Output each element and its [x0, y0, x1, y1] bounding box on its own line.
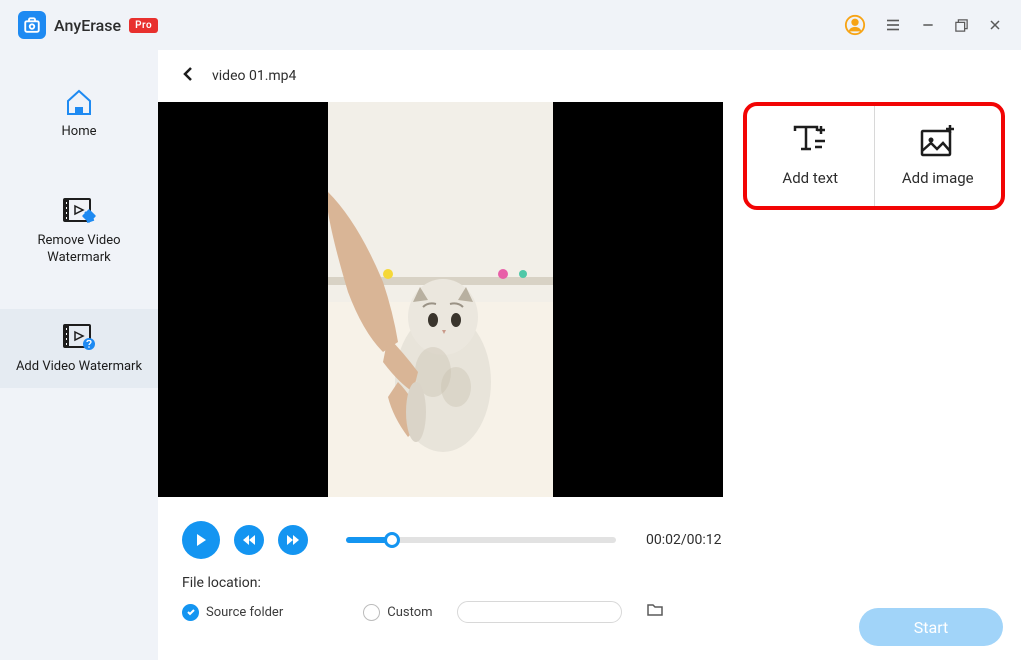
radio-unchecked-icon [363, 604, 380, 621]
radio-checked-icon [182, 604, 199, 621]
titlebar-left: AnyErase Pro [18, 11, 158, 39]
progress-knob[interactable] [384, 532, 400, 548]
main-layout: Home Remove Video Watermark [0, 50, 1021, 660]
close-icon[interactable] [987, 17, 1003, 33]
file-location-label: File location: [182, 575, 997, 591]
add-image-option[interactable]: Add image [875, 106, 1002, 206]
add-text-icon [791, 125, 829, 159]
add-text-option[interactable]: Add text [747, 106, 875, 206]
progress-bar[interactable] [346, 537, 616, 543]
sidebar-item-label: Add Video Watermark [16, 359, 142, 376]
sidebar-item-label: Home [62, 124, 97, 141]
content-area: video 01.mp4 [158, 50, 1021, 660]
remove-watermark-icon [61, 195, 97, 227]
video-area: Add text Add image [158, 102, 1021, 497]
source-folder-label: Source folder [206, 605, 283, 620]
forward-button[interactable] [278, 525, 308, 555]
titlebar-right [844, 14, 1003, 36]
timecode: 00:02/00:12 [646, 532, 722, 548]
user-account-icon[interactable] [844, 14, 866, 36]
add-image-label: Add image [902, 169, 974, 187]
play-button[interactable] [182, 521, 220, 559]
minimize-icon[interactable] [920, 17, 936, 33]
add-text-label: Add text [782, 169, 838, 187]
add-image-icon [919, 125, 957, 159]
source-folder-radio[interactable]: Source folder [182, 604, 283, 621]
folder-icon[interactable] [646, 602, 664, 622]
app-title: AnyErase [54, 16, 121, 35]
menu-icon[interactable] [884, 16, 902, 34]
custom-path-input[interactable] [457, 601, 622, 623]
pro-badge: Pro [129, 18, 158, 33]
playback-controls: 00:02/00:12 [158, 497, 1021, 575]
filename-label: video 01.mp4 [212, 68, 296, 84]
rewind-button[interactable] [234, 525, 264, 555]
video-frame [328, 102, 553, 497]
sidebar-item-home[interactable]: Home [0, 74, 158, 153]
side-panel: Add text Add image [743, 102, 1021, 497]
add-watermark-icon [61, 321, 97, 353]
content-header: video 01.mp4 [158, 50, 1021, 102]
maximize-icon[interactable] [954, 18, 969, 33]
back-button[interactable] [182, 65, 194, 87]
sidebar-item-remove-watermark[interactable]: Remove Video Watermark [0, 183, 158, 279]
custom-label: Custom [387, 605, 432, 620]
sidebar: Home Remove Video Watermark [0, 50, 158, 660]
sidebar-item-add-watermark[interactable]: Add Video Watermark [0, 309, 158, 388]
titlebar: AnyErase Pro [0, 0, 1021, 50]
sidebar-item-label: Remove Video Watermark [8, 233, 150, 267]
app-logo-icon [18, 11, 46, 39]
start-button[interactable]: Start [859, 608, 1003, 646]
add-panel: Add text Add image [743, 102, 1005, 210]
home-icon [61, 86, 97, 118]
custom-radio[interactable]: Custom [363, 604, 432, 621]
video-preview[interactable] [158, 102, 723, 497]
